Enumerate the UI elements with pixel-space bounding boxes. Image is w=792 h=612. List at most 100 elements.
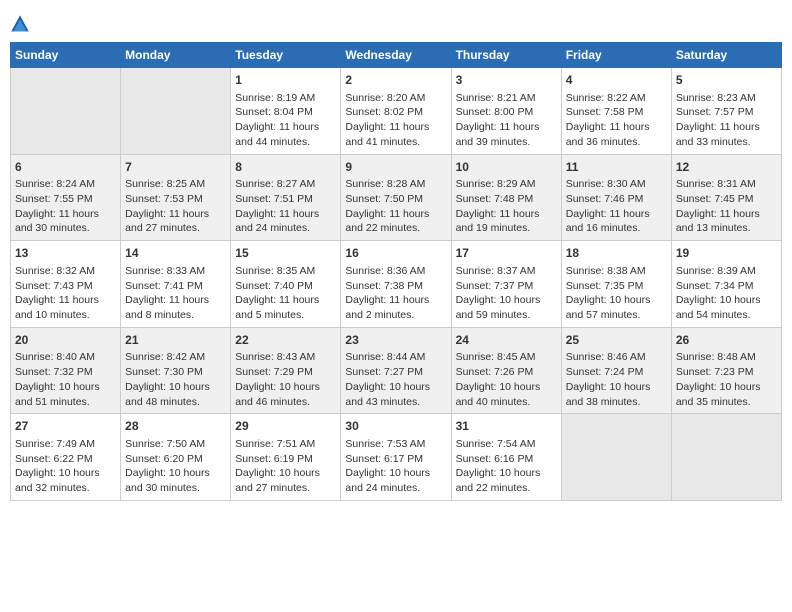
day-info: Sunset: 7:43 PM [15, 279, 116, 294]
day-number: 9 [345, 159, 446, 176]
day-number: 1 [235, 72, 336, 89]
day-info: Daylight: 10 hours and 27 minutes. [235, 466, 336, 495]
day-info: Sunset: 7:30 PM [125, 365, 226, 380]
day-number: 16 [345, 245, 446, 262]
calendar-cell: 18Sunrise: 8:38 AMSunset: 7:35 PMDayligh… [561, 241, 671, 328]
day-info: Sunrise: 8:40 AM [15, 350, 116, 365]
day-number: 19 [676, 245, 777, 262]
page-header [10, 10, 782, 34]
weekday-header-sunday: Sunday [11, 43, 121, 68]
day-info: Sunrise: 8:24 AM [15, 177, 116, 192]
day-info: Daylight: 10 hours and 59 minutes. [456, 293, 557, 322]
calendar-week-4: 20Sunrise: 8:40 AMSunset: 7:32 PMDayligh… [11, 327, 782, 414]
day-info: Daylight: 11 hours and 39 minutes. [456, 120, 557, 149]
calendar-cell: 16Sunrise: 8:36 AMSunset: 7:38 PMDayligh… [341, 241, 451, 328]
day-info: Sunrise: 8:19 AM [235, 91, 336, 106]
day-info: Sunset: 7:57 PM [676, 105, 777, 120]
calendar-cell: 24Sunrise: 8:45 AMSunset: 7:26 PMDayligh… [451, 327, 561, 414]
day-info: Sunrise: 8:23 AM [676, 91, 777, 106]
day-info: Sunset: 7:55 PM [15, 192, 116, 207]
weekday-header-wednesday: Wednesday [341, 43, 451, 68]
calendar-cell: 31Sunrise: 7:54 AMSunset: 6:16 PMDayligh… [451, 414, 561, 501]
calendar-week-5: 27Sunrise: 7:49 AMSunset: 6:22 PMDayligh… [11, 414, 782, 501]
weekday-header-friday: Friday [561, 43, 671, 68]
day-info: Sunrise: 8:29 AM [456, 177, 557, 192]
day-number: 6 [15, 159, 116, 176]
day-info: Sunrise: 8:42 AM [125, 350, 226, 365]
calendar-cell: 30Sunrise: 7:53 AMSunset: 6:17 PMDayligh… [341, 414, 451, 501]
day-number: 15 [235, 245, 336, 262]
day-number: 23 [345, 332, 446, 349]
day-info: Sunset: 7:35 PM [566, 279, 667, 294]
day-info: Daylight: 10 hours and 38 minutes. [566, 380, 667, 409]
day-info: Sunrise: 8:21 AM [456, 91, 557, 106]
calendar-week-2: 6Sunrise: 8:24 AMSunset: 7:55 PMDaylight… [11, 154, 782, 241]
day-info: Daylight: 11 hours and 41 minutes. [345, 120, 446, 149]
day-info: Sunset: 7:40 PM [235, 279, 336, 294]
day-info: Sunset: 7:32 PM [15, 365, 116, 380]
day-info: Sunset: 8:04 PM [235, 105, 336, 120]
day-info: Sunrise: 8:28 AM [345, 177, 446, 192]
day-info: Daylight: 10 hours and 54 minutes. [676, 293, 777, 322]
day-info: Sunrise: 8:27 AM [235, 177, 336, 192]
day-info: Sunset: 7:34 PM [676, 279, 777, 294]
day-info: Daylight: 11 hours and 8 minutes. [125, 293, 226, 322]
day-number: 5 [676, 72, 777, 89]
day-info: Daylight: 11 hours and 10 minutes. [15, 293, 116, 322]
calendar-cell: 20Sunrise: 8:40 AMSunset: 7:32 PMDayligh… [11, 327, 121, 414]
day-info: Sunset: 8:00 PM [456, 105, 557, 120]
day-info: Daylight: 11 hours and 5 minutes. [235, 293, 336, 322]
day-info: Daylight: 11 hours and 16 minutes. [566, 207, 667, 236]
day-info: Daylight: 11 hours and 22 minutes. [345, 207, 446, 236]
day-info: Daylight: 10 hours and 46 minutes. [235, 380, 336, 409]
day-number: 7 [125, 159, 226, 176]
day-number: 31 [456, 418, 557, 435]
day-number: 30 [345, 418, 446, 435]
day-info: Sunset: 6:20 PM [125, 452, 226, 467]
day-info: Sunset: 7:26 PM [456, 365, 557, 380]
day-info: Daylight: 11 hours and 36 minutes. [566, 120, 667, 149]
day-info: Daylight: 10 hours and 32 minutes. [15, 466, 116, 495]
calendar-cell: 21Sunrise: 8:42 AMSunset: 7:30 PMDayligh… [121, 327, 231, 414]
day-info: Daylight: 11 hours and 24 minutes. [235, 207, 336, 236]
calendar-cell: 5Sunrise: 8:23 AMSunset: 7:57 PMDaylight… [671, 68, 781, 155]
calendar-table: SundayMondayTuesdayWednesdayThursdayFrid… [10, 42, 782, 501]
day-info: Sunset: 7:58 PM [566, 105, 667, 120]
calendar-cell: 9Sunrise: 8:28 AMSunset: 7:50 PMDaylight… [341, 154, 451, 241]
day-info: Sunset: 7:45 PM [676, 192, 777, 207]
day-info: Sunrise: 7:54 AM [456, 437, 557, 452]
day-number: 26 [676, 332, 777, 349]
day-info: Sunset: 6:19 PM [235, 452, 336, 467]
calendar-cell: 22Sunrise: 8:43 AMSunset: 7:29 PMDayligh… [231, 327, 341, 414]
day-info: Daylight: 10 hours and 22 minutes. [456, 466, 557, 495]
calendar-cell: 7Sunrise: 8:25 AMSunset: 7:53 PMDaylight… [121, 154, 231, 241]
weekday-header-saturday: Saturday [671, 43, 781, 68]
logo [10, 14, 34, 34]
calendar-cell: 4 Sunrise: 8:22 AMSunset: 7:58 PMDaylight… [561, 68, 671, 155]
day-info: Sunrise: 7:53 AM [345, 437, 446, 452]
day-number: 2 [345, 72, 446, 89]
day-info: Sunrise: 8:38 AM [566, 264, 667, 279]
day-info: Sunset: 7:51 PM [235, 192, 336, 207]
day-number: 4 [566, 72, 667, 89]
day-info: Sunset: 7:38 PM [345, 279, 446, 294]
day-info: Sunrise: 8:31 AM [676, 177, 777, 192]
calendar-cell: 13Sunrise: 8:32 AMSunset: 7:43 PMDayligh… [11, 241, 121, 328]
day-info: Sunset: 6:17 PM [345, 452, 446, 467]
day-number: 28 [125, 418, 226, 435]
day-info: Sunrise: 8:46 AM [566, 350, 667, 365]
calendar-cell: 27Sunrise: 7:49 AMSunset: 6:22 PMDayligh… [11, 414, 121, 501]
day-info: Daylight: 10 hours and 43 minutes. [345, 380, 446, 409]
day-info: Sunrise: 8:37 AM [456, 264, 557, 279]
day-info: Sunrise: 8:22 AM [566, 91, 667, 106]
day-info: Sunrise: 8:36 AM [345, 264, 446, 279]
day-info: Sunset: 7:37 PM [456, 279, 557, 294]
day-number: 29 [235, 418, 336, 435]
calendar-cell: 19Sunrise: 8:39 AMSunset: 7:34 PMDayligh… [671, 241, 781, 328]
day-info: Sunset: 7:48 PM [456, 192, 557, 207]
calendar-body: 1 Sunrise: 8:19 AMSunset: 8:04 PM Daylight… [11, 68, 782, 501]
day-number: 10 [456, 159, 557, 176]
day-info: Daylight: 11 hours and 30 minutes. [15, 207, 116, 236]
day-info: Sunset: 7:41 PM [125, 279, 226, 294]
weekday-header-monday: Monday [121, 43, 231, 68]
